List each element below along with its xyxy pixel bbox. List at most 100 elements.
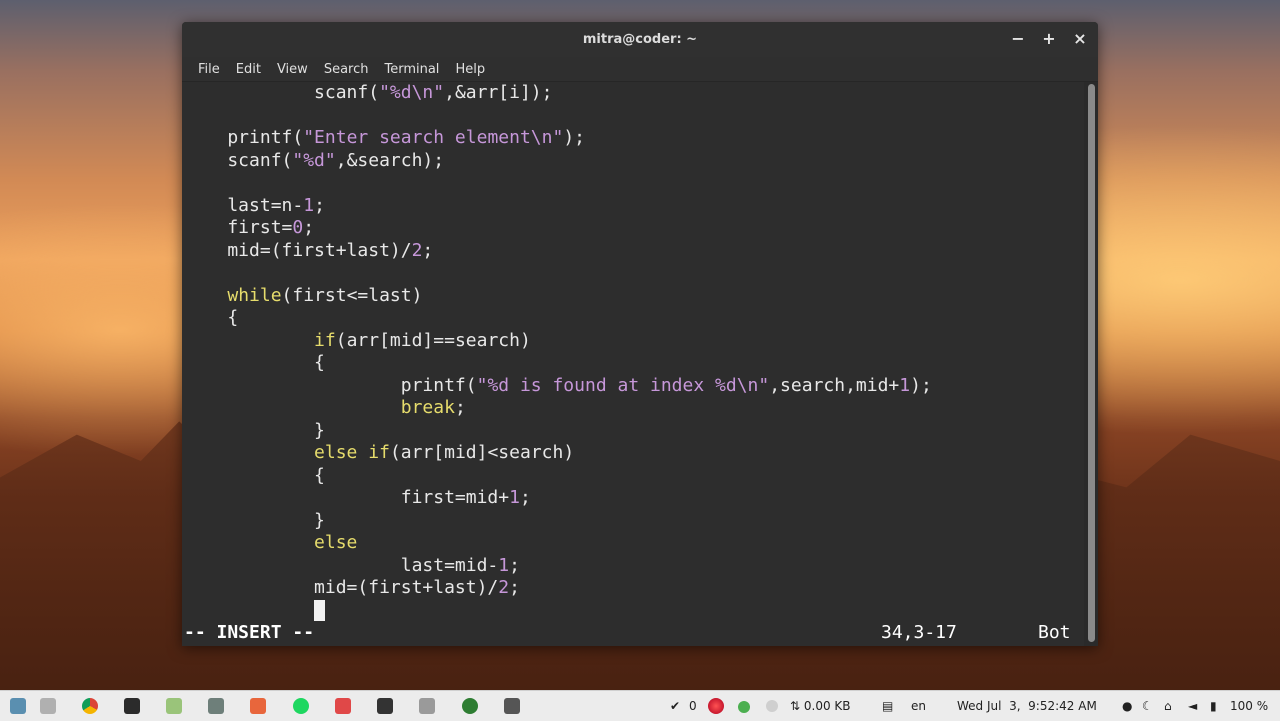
clipboard-icon[interactable]: ▤ xyxy=(882,699,893,713)
terminal-window[interactable]: mitra@coder: ~ − + × File Edit View Sear… xyxy=(182,22,1098,646)
notification-count: 0 xyxy=(689,699,697,713)
code-text: ; xyxy=(519,487,531,508)
code-text: last=mid- xyxy=(184,554,499,576)
window-titlebar[interactable]: mitra@coder: ~ − + × xyxy=(182,22,1098,57)
network-icon[interactable]: ⌂ xyxy=(1164,699,1172,713)
code-line: scanf("%d\n",&arr[i]); xyxy=(184,82,552,105)
code-text: { xyxy=(184,352,325,373)
terminal-icon[interactable] xyxy=(124,698,140,714)
menu-help[interactable]: Help xyxy=(447,62,493,77)
show-desktop-icon[interactable] xyxy=(10,698,26,714)
code-str: "%d\n" xyxy=(379,82,445,103)
code-str: "%d" xyxy=(292,149,336,171)
minimize-button[interactable]: − xyxy=(1007,28,1029,50)
code-text: ; xyxy=(303,217,315,238)
software-center-icon[interactable] xyxy=(250,698,266,714)
code-text: ; xyxy=(454,397,466,418)
code-terminal-icon[interactable] xyxy=(377,698,393,714)
maximize-button[interactable]: + xyxy=(1038,28,1060,50)
window-title: mitra@coder: ~ xyxy=(582,32,698,47)
code-text: } xyxy=(184,419,325,441)
code-text: ; xyxy=(509,554,520,576)
menu-search[interactable]: Search xyxy=(316,62,377,77)
code-line: } xyxy=(184,510,325,533)
spotify-icon[interactable] xyxy=(293,698,309,714)
files-icon[interactable] xyxy=(40,698,56,714)
code-text: ,&search); xyxy=(335,149,445,171)
vim-status-line: -- INSERT -- 34,3-17 Bot xyxy=(184,622,1074,644)
code-text: ; xyxy=(314,194,325,216)
code-str: "%d is found at index %d\n" xyxy=(476,374,770,396)
network-speed: ⇅ 0.00 KB xyxy=(790,699,851,713)
screenshot-icon[interactable] xyxy=(335,698,351,714)
menu-edit[interactable]: Edit xyxy=(228,62,269,77)
code-line: printf("%d is found at index %d\n",searc… xyxy=(184,375,932,398)
menu-terminal[interactable]: Terminal xyxy=(376,62,447,77)
code-line: first=0; xyxy=(184,217,314,240)
code-text: mid=(first+last)/ xyxy=(184,239,412,261)
screenshot-tool-icon[interactable] xyxy=(419,698,435,714)
code-num: 0 xyxy=(292,217,304,238)
clapper-icon[interactable] xyxy=(504,698,520,714)
code-line xyxy=(184,599,326,623)
code-text: ); xyxy=(563,127,585,148)
code-num: 1 xyxy=(509,487,520,508)
clock[interactable]: Wed Jul 3, 9:52:42 AM xyxy=(957,699,1097,713)
code-text: { xyxy=(184,307,239,328)
code-line: if(arr[mid]==search) xyxy=(184,330,531,353)
scrollbar-thumb[interactable] xyxy=(1088,84,1095,642)
record-icon[interactable] xyxy=(708,698,724,714)
night-mode-icon[interactable]: ☾ xyxy=(1142,699,1153,713)
code-num: 2 xyxy=(411,239,423,261)
code-line: { xyxy=(184,465,325,488)
code-text: (first<=last) xyxy=(281,284,423,306)
code-line: { xyxy=(184,307,238,330)
code-text: ,search,mid+ xyxy=(769,374,900,396)
vim-mode: -- INSERT -- xyxy=(184,622,315,643)
android-studio-icon[interactable] xyxy=(166,698,182,714)
code-line: { xyxy=(184,352,325,375)
code-text: (arr[mid]<search) xyxy=(389,442,575,463)
code-line: break; xyxy=(184,397,466,420)
terminal-scrollbar[interactable] xyxy=(1084,82,1098,646)
text-cursor xyxy=(314,599,326,621)
cursor-position: 34,3-17 xyxy=(881,622,957,643)
menu-file[interactable]: File xyxy=(190,62,228,77)
calculator-icon[interactable] xyxy=(208,698,224,714)
menu-view[interactable]: View xyxy=(269,62,316,77)
network-indicator-icon xyxy=(766,700,778,712)
volume-icon[interactable]: ◄ xyxy=(1188,699,1197,713)
code-line: last=mid-1; xyxy=(184,555,520,578)
close-button[interactable]: × xyxy=(1069,28,1091,50)
code-kw: break xyxy=(400,397,455,418)
code-line: first=mid+1; xyxy=(184,487,531,510)
check-icon[interactable]: ✔ xyxy=(670,699,680,713)
code-kw: else xyxy=(314,442,358,463)
code-num: 1 xyxy=(899,374,911,396)
code-kw: if xyxy=(314,329,336,351)
code-text: printf( xyxy=(184,374,477,396)
scroll-position: Bot xyxy=(1038,622,1071,643)
code-line: while(first<=last) xyxy=(184,285,422,308)
code-text: scanf( xyxy=(184,149,293,171)
chrome-icon[interactable] xyxy=(82,698,98,714)
code-line: mid=(first+last)/2; xyxy=(184,240,433,263)
code-line: scanf("%d",&search); xyxy=(184,150,444,173)
code-text: mid=(first+last)/ xyxy=(184,577,499,598)
clock-dot-icon: ● xyxy=(1122,699,1133,713)
taskbar: ✔ 0 ⇅ 0.00 KB ▤ en Wed Jul 3, 9:52:42 AM… xyxy=(0,690,1280,721)
keyboard-layout[interactable]: en xyxy=(911,699,926,713)
terminal-content[interactable]: -- INSERT -- 34,3-17 Bot scanf("%d\n",&a… xyxy=(182,82,1084,646)
code-kw: if xyxy=(368,442,390,463)
code-kw: while xyxy=(227,284,282,306)
battery-icon[interactable]: ▮ xyxy=(1210,699,1217,713)
code-text: scanf( xyxy=(184,82,380,103)
code-text: ; xyxy=(509,577,520,598)
code-text: first= xyxy=(184,217,293,238)
globe-icon[interactable] xyxy=(462,698,478,714)
